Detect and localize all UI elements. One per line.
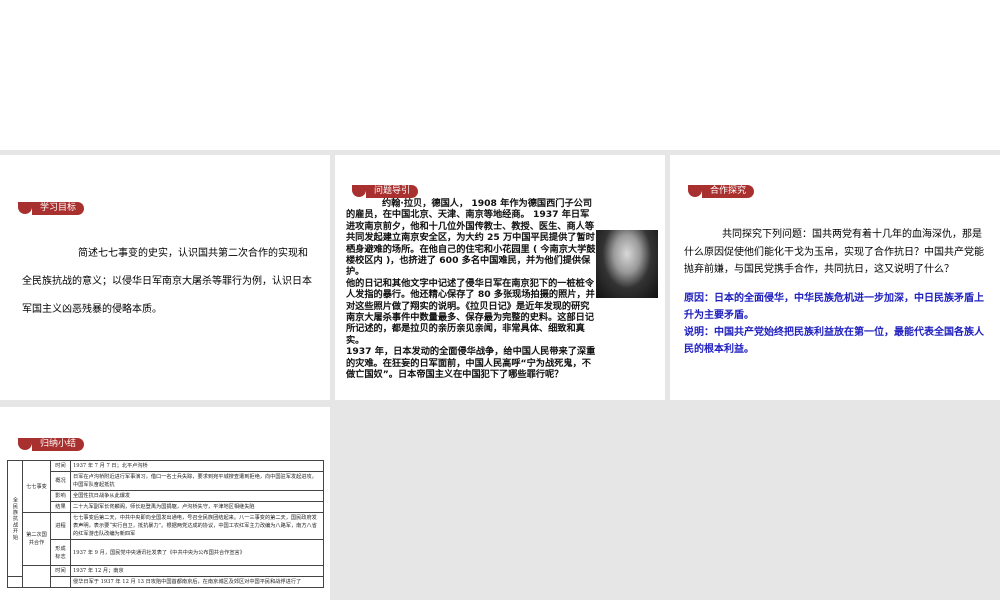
section-tag-intro: 问题导引	[352, 184, 419, 198]
john-rabe-photo	[596, 230, 658, 298]
table-row: 结果 二十九军副军长佟麟阁，师长赵登禹为国捐躯，卢沟桥失守，平津地区相继失陷	[8, 501, 324, 513]
table-row: 形成标志 1937 年 9 月，国民党中央通讯社发表了《中共中央为公布国共合作宣言…	[8, 539, 324, 566]
group-cell: 第二次国共合作	[22, 512, 51, 566]
group-cell: 七七事变	[22, 460, 51, 513]
coop-question: 共同探究下列问题：国共两党有着十几年的血海深仇，那是什么原因促使他们能化干戈为玉…	[684, 229, 984, 275]
section-cell: 全民族抗战开始	[7, 460, 23, 577]
top-slide	[0, 0, 1000, 150]
table-row: 全民族抗战开始 七七事变 时间 1937 年 7 月 7 日；北平卢沟桥	[7, 460, 324, 577]
table-row: 第二次国共合作 进程 七七事变后第二天，中共中央即向全国发出通电，号召全民族团结起…	[8, 512, 324, 566]
table-row: 侵华日军于 1937 年 12 月 13 日攻陷中国首都南京后，在南京城区及郊区…	[7, 576, 324, 588]
section-tag-coop: 合作探究	[688, 184, 755, 198]
section-tag-summary: 归纳小结	[18, 437, 85, 451]
section-tag-goals: 学习目标	[18, 201, 85, 215]
table-row: 时间 1937 年 12 月；南京	[8, 565, 324, 588]
summary-table: 全民族抗战开始 七七事变 时间 1937 年 7 月 7 日；北平卢沟桥 概况 日军…	[7, 460, 324, 588]
table-row: 影响 全国性抗日战争从此爆发	[8, 490, 324, 502]
intro-text: 约翰·拉贝，德国人， 1908 年作为德国西门子公司的雇员，在中国北京、天津、南…	[346, 198, 596, 381]
goals-text: 简述七七事变的史实，认识国共第二次合作的实现和全民族抗战的意义；以侵华日军南京大…	[22, 248, 312, 315]
coop-answer: 原因：日本的全面侵华，中华民族危机进一步加深，中日民族矛盾上升为主要矛盾。 说明…	[684, 293, 984, 355]
table-row: 概况 日军在卢沟桥附近进行军事演习，借口一名士兵失踪，要求到宛平城搜查遭到拒绝，向…	[8, 471, 324, 491]
